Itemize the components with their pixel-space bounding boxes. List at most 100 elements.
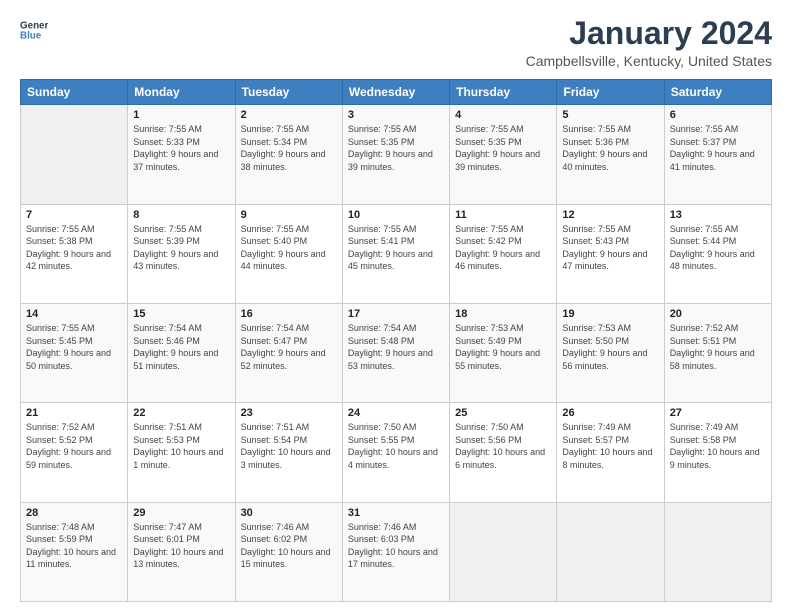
calendar-cell: 4 Sunrise: 7:55 AMSunset: 5:35 PMDayligh… bbox=[450, 105, 557, 204]
day-number: 9 bbox=[241, 209, 337, 221]
calendar-cell: 9 Sunrise: 7:55 AMSunset: 5:40 PMDayligh… bbox=[235, 204, 342, 303]
day-info: Sunrise: 7:55 AMSunset: 5:45 PMDaylight:… bbox=[26, 322, 122, 372]
day-info: Sunrise: 7:55 AMSunset: 5:36 PMDaylight:… bbox=[562, 123, 658, 173]
calendar-cell: 20 Sunrise: 7:52 AMSunset: 5:51 PMDaylig… bbox=[664, 303, 771, 402]
calendar-week-3: 14 Sunrise: 7:55 AMSunset: 5:45 PMDaylig… bbox=[21, 303, 772, 402]
page-header: General Blue January 2024 Campbellsville… bbox=[20, 16, 772, 69]
day-number: 31 bbox=[348, 507, 444, 519]
calendar-cell: 7 Sunrise: 7:55 AMSunset: 5:38 PMDayligh… bbox=[21, 204, 128, 303]
calendar-cell: 10 Sunrise: 7:55 AMSunset: 5:41 PMDaylig… bbox=[342, 204, 449, 303]
day-number: 11 bbox=[455, 209, 551, 221]
day-info: Sunrise: 7:52 AMSunset: 5:51 PMDaylight:… bbox=[670, 322, 766, 372]
col-friday: Friday bbox=[557, 80, 664, 105]
calendar-cell: 17 Sunrise: 7:54 AMSunset: 5:48 PMDaylig… bbox=[342, 303, 449, 402]
day-info: Sunrise: 7:55 AMSunset: 5:35 PMDaylight:… bbox=[455, 123, 551, 173]
calendar-cell: 23 Sunrise: 7:51 AMSunset: 5:54 PMDaylig… bbox=[235, 403, 342, 502]
calendar-cell: 22 Sunrise: 7:51 AMSunset: 5:53 PMDaylig… bbox=[128, 403, 235, 502]
logo-icon: General Blue bbox=[20, 16, 48, 44]
day-number: 10 bbox=[348, 209, 444, 221]
calendar-cell: 5 Sunrise: 7:55 AMSunset: 5:36 PMDayligh… bbox=[557, 105, 664, 204]
calendar-cell bbox=[21, 105, 128, 204]
day-number: 29 bbox=[133, 507, 229, 519]
calendar-cell: 31 Sunrise: 7:46 AMSunset: 6:03 PMDaylig… bbox=[342, 502, 449, 601]
calendar-cell bbox=[450, 502, 557, 601]
day-number: 27 bbox=[670, 407, 766, 419]
day-info: Sunrise: 7:51 AMSunset: 5:53 PMDaylight:… bbox=[133, 421, 229, 471]
day-info: Sunrise: 7:55 AMSunset: 5:41 PMDaylight:… bbox=[348, 223, 444, 273]
calendar-week-2: 7 Sunrise: 7:55 AMSunset: 5:38 PMDayligh… bbox=[21, 204, 772, 303]
calendar-cell: 12 Sunrise: 7:55 AMSunset: 5:43 PMDaylig… bbox=[557, 204, 664, 303]
day-info: Sunrise: 7:55 AMSunset: 5:34 PMDaylight:… bbox=[241, 123, 337, 173]
day-number: 23 bbox=[241, 407, 337, 419]
day-number: 28 bbox=[26, 507, 122, 519]
day-number: 3 bbox=[348, 109, 444, 121]
calendar-cell: 1 Sunrise: 7:55 AMSunset: 5:33 PMDayligh… bbox=[128, 105, 235, 204]
day-info: Sunrise: 7:54 AMSunset: 5:46 PMDaylight:… bbox=[133, 322, 229, 372]
day-info: Sunrise: 7:55 AMSunset: 5:42 PMDaylight:… bbox=[455, 223, 551, 273]
day-info: Sunrise: 7:50 AMSunset: 5:56 PMDaylight:… bbox=[455, 421, 551, 471]
day-info: Sunrise: 7:55 AMSunset: 5:38 PMDaylight:… bbox=[26, 223, 122, 273]
header-row: Sunday Monday Tuesday Wednesday Thursday… bbox=[21, 80, 772, 105]
day-info: Sunrise: 7:49 AMSunset: 5:58 PMDaylight:… bbox=[670, 421, 766, 471]
day-number: 19 bbox=[562, 308, 658, 320]
day-number: 6 bbox=[670, 109, 766, 121]
calendar-cell: 24 Sunrise: 7:50 AMSunset: 5:55 PMDaylig… bbox=[342, 403, 449, 502]
day-number: 16 bbox=[241, 308, 337, 320]
day-number: 21 bbox=[26, 407, 122, 419]
day-info: Sunrise: 7:55 AMSunset: 5:33 PMDaylight:… bbox=[133, 123, 229, 173]
logo: General Blue bbox=[20, 16, 48, 44]
day-number: 1 bbox=[133, 109, 229, 121]
calendar-cell: 8 Sunrise: 7:55 AMSunset: 5:39 PMDayligh… bbox=[128, 204, 235, 303]
title-block: January 2024 Campbellsville, Kentucky, U… bbox=[526, 16, 772, 69]
location: Campbellsville, Kentucky, United States bbox=[526, 53, 772, 69]
calendar-cell: 2 Sunrise: 7:55 AMSunset: 5:34 PMDayligh… bbox=[235, 105, 342, 204]
day-number: 5 bbox=[562, 109, 658, 121]
col-monday: Monday bbox=[128, 80, 235, 105]
month-title: January 2024 bbox=[526, 16, 772, 51]
calendar-cell: 6 Sunrise: 7:55 AMSunset: 5:37 PMDayligh… bbox=[664, 105, 771, 204]
calendar-cell: 27 Sunrise: 7:49 AMSunset: 5:58 PMDaylig… bbox=[664, 403, 771, 502]
day-number: 25 bbox=[455, 407, 551, 419]
calendar-cell: 25 Sunrise: 7:50 AMSunset: 5:56 PMDaylig… bbox=[450, 403, 557, 502]
day-info: Sunrise: 7:55 AMSunset: 5:35 PMDaylight:… bbox=[348, 123, 444, 173]
day-number: 18 bbox=[455, 308, 551, 320]
calendar-cell: 19 Sunrise: 7:53 AMSunset: 5:50 PMDaylig… bbox=[557, 303, 664, 402]
day-info: Sunrise: 7:54 AMSunset: 5:48 PMDaylight:… bbox=[348, 322, 444, 372]
calendar-week-5: 28 Sunrise: 7:48 AMSunset: 5:59 PMDaylig… bbox=[21, 502, 772, 601]
day-info: Sunrise: 7:55 AMSunset: 5:39 PMDaylight:… bbox=[133, 223, 229, 273]
day-info: Sunrise: 7:55 AMSunset: 5:37 PMDaylight:… bbox=[670, 123, 766, 173]
calendar-cell: 28 Sunrise: 7:48 AMSunset: 5:59 PMDaylig… bbox=[21, 502, 128, 601]
calendar-cell: 21 Sunrise: 7:52 AMSunset: 5:52 PMDaylig… bbox=[21, 403, 128, 502]
col-saturday: Saturday bbox=[664, 80, 771, 105]
calendar-cell: 18 Sunrise: 7:53 AMSunset: 5:49 PMDaylig… bbox=[450, 303, 557, 402]
day-number: 20 bbox=[670, 308, 766, 320]
day-number: 26 bbox=[562, 407, 658, 419]
day-number: 12 bbox=[562, 209, 658, 221]
calendar-cell bbox=[664, 502, 771, 601]
calendar-week-1: 1 Sunrise: 7:55 AMSunset: 5:33 PMDayligh… bbox=[21, 105, 772, 204]
day-info: Sunrise: 7:51 AMSunset: 5:54 PMDaylight:… bbox=[241, 421, 337, 471]
day-number: 14 bbox=[26, 308, 122, 320]
col-thursday: Thursday bbox=[450, 80, 557, 105]
day-number: 13 bbox=[670, 209, 766, 221]
day-number: 30 bbox=[241, 507, 337, 519]
calendar-cell: 26 Sunrise: 7:49 AMSunset: 5:57 PMDaylig… bbox=[557, 403, 664, 502]
col-wednesday: Wednesday bbox=[342, 80, 449, 105]
day-number: 7 bbox=[26, 209, 122, 221]
day-info: Sunrise: 7:55 AMSunset: 5:43 PMDaylight:… bbox=[562, 223, 658, 273]
day-number: 2 bbox=[241, 109, 337, 121]
calendar-cell: 29 Sunrise: 7:47 AMSunset: 6:01 PMDaylig… bbox=[128, 502, 235, 601]
day-info: Sunrise: 7:54 AMSunset: 5:47 PMDaylight:… bbox=[241, 322, 337, 372]
day-info: Sunrise: 7:55 AMSunset: 5:40 PMDaylight:… bbox=[241, 223, 337, 273]
day-info: Sunrise: 7:50 AMSunset: 5:55 PMDaylight:… bbox=[348, 421, 444, 471]
col-tuesday: Tuesday bbox=[235, 80, 342, 105]
svg-text:Blue: Blue bbox=[20, 30, 42, 41]
calendar-cell: 15 Sunrise: 7:54 AMSunset: 5:46 PMDaylig… bbox=[128, 303, 235, 402]
day-info: Sunrise: 7:49 AMSunset: 5:57 PMDaylight:… bbox=[562, 421, 658, 471]
col-sunday: Sunday bbox=[21, 80, 128, 105]
day-number: 4 bbox=[455, 109, 551, 121]
calendar-cell: 13 Sunrise: 7:55 AMSunset: 5:44 PMDaylig… bbox=[664, 204, 771, 303]
day-info: Sunrise: 7:47 AMSunset: 6:01 PMDaylight:… bbox=[133, 521, 229, 571]
day-number: 8 bbox=[133, 209, 229, 221]
calendar-cell: 14 Sunrise: 7:55 AMSunset: 5:45 PMDaylig… bbox=[21, 303, 128, 402]
